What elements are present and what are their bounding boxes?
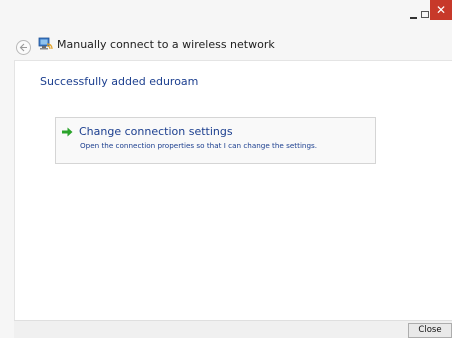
option-title[interactable]: Change connection settings xyxy=(79,125,233,138)
wizard-title: Manually connect to a wireless network xyxy=(57,38,275,51)
wireless-network-icon xyxy=(38,37,53,50)
green-arrow-icon xyxy=(62,127,73,137)
option-description: Open the connection properties so that I… xyxy=(80,141,318,150)
content-panel xyxy=(14,60,452,320)
back-arrow-icon xyxy=(19,43,27,52)
minimize-button[interactable] xyxy=(409,10,419,20)
success-message: Successfully added eduroam xyxy=(40,75,199,88)
back-button[interactable] xyxy=(16,40,31,55)
wizard-window: ✕ Manually connect to a wireless network… xyxy=(0,0,452,338)
window-close-button[interactable]: ✕ xyxy=(430,0,452,20)
title-bar xyxy=(0,0,452,28)
footer-bar xyxy=(14,320,452,338)
close-button[interactable]: Close xyxy=(408,323,452,338)
